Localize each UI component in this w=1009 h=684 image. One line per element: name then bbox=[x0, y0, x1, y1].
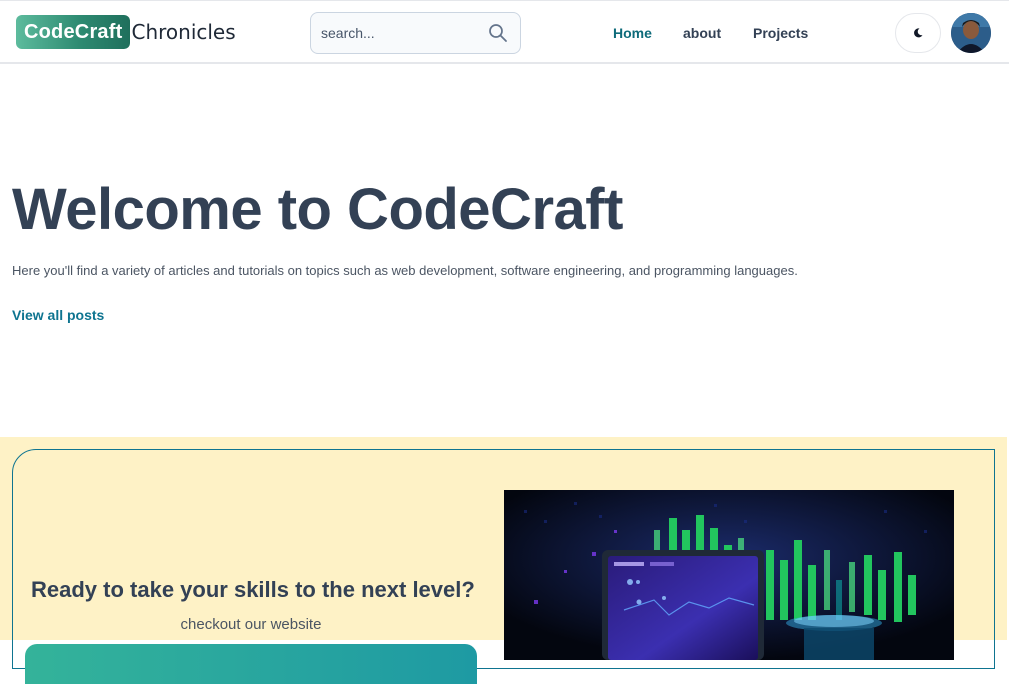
view-all-posts-link[interactable]: View all posts bbox=[12, 307, 104, 323]
promo-section: Ready to take your skills to the next le… bbox=[0, 437, 1007, 684]
user-avatar[interactable] bbox=[951, 13, 991, 53]
moon-icon bbox=[914, 28, 923, 38]
search-input[interactable] bbox=[321, 25, 481, 41]
nav-about-link[interactable]: about bbox=[683, 25, 721, 41]
promo-subheading: checkout our website bbox=[180, 616, 322, 633]
hero-title: Welcome to CodeCraft bbox=[12, 177, 623, 242]
avatar-photo bbox=[951, 13, 991, 53]
promo-heading: Ready to take your skills to the next le… bbox=[31, 577, 475, 602]
brand-text: Chronicles bbox=[131, 20, 236, 44]
navbar: CodeCraft Chronicles Home about Projects bbox=[0, 0, 1009, 64]
brand-logo[interactable]: CodeCraft Chronicles bbox=[16, 15, 236, 49]
laptop-data-visual-icon bbox=[504, 490, 954, 660]
promo-cta-button[interactable] bbox=[25, 644, 477, 684]
search-box bbox=[310, 12, 521, 54]
search-icon[interactable] bbox=[488, 23, 508, 43]
theme-toggle-button[interactable] bbox=[895, 13, 941, 53]
hero-subtitle: Here you'll find a variety of articles a… bbox=[12, 263, 798, 278]
brand-badge: CodeCraft bbox=[16, 15, 131, 49]
promo-image bbox=[504, 490, 954, 660]
nav-home-link[interactable]: Home bbox=[613, 25, 652, 41]
nav-projects-link[interactable]: Projects bbox=[753, 25, 808, 41]
promo-card: Ready to take your skills to the next le… bbox=[12, 449, 995, 684]
